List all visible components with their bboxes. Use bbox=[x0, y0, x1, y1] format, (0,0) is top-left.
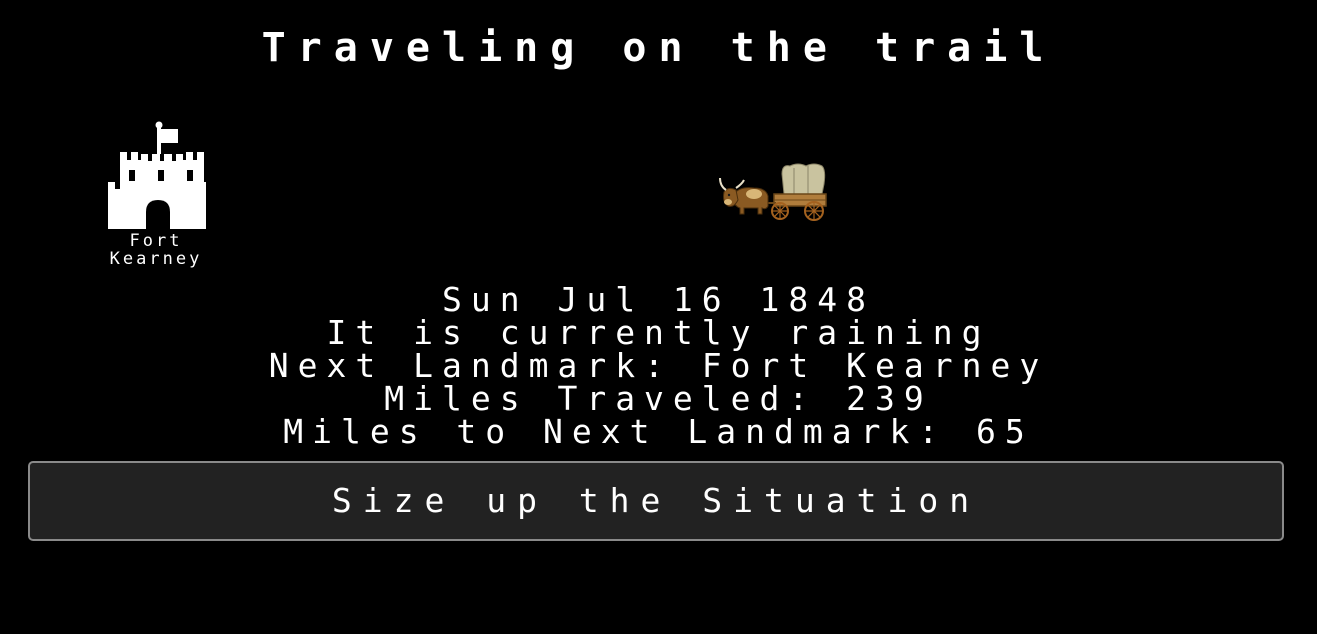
ox-wagon-icon bbox=[719, 163, 827, 221]
status-panel: Sun Jul 16 1848 It is currently raining … bbox=[0, 283, 1317, 448]
next-landmark-text: Next Landmark: Fort Kearney bbox=[268, 346, 1049, 385]
miles-traveled-text: Miles Traveled: 239 bbox=[384, 379, 933, 418]
landmark-label-line2: Kearney bbox=[109, 249, 203, 269]
screen-title: Traveling on the trail bbox=[261, 25, 1056, 71]
castle-icon bbox=[108, 121, 206, 229]
size-up-situation-button[interactable]: Size up the Situation bbox=[28, 461, 1284, 541]
miles-to-next-landmark-text: Miles to Next Landmark: 65 bbox=[283, 412, 1034, 451]
landmark-fort: Fort Kearney bbox=[96, 120, 216, 268]
weather-text: It is currently raining bbox=[326, 313, 991, 352]
landmark-label-line1: Fort bbox=[129, 231, 183, 251]
landmark-label: Fort Kearney bbox=[96, 232, 216, 268]
ox-wagon bbox=[718, 158, 830, 228]
date-text: Sun Jul 16 1848 bbox=[441, 280, 875, 319]
